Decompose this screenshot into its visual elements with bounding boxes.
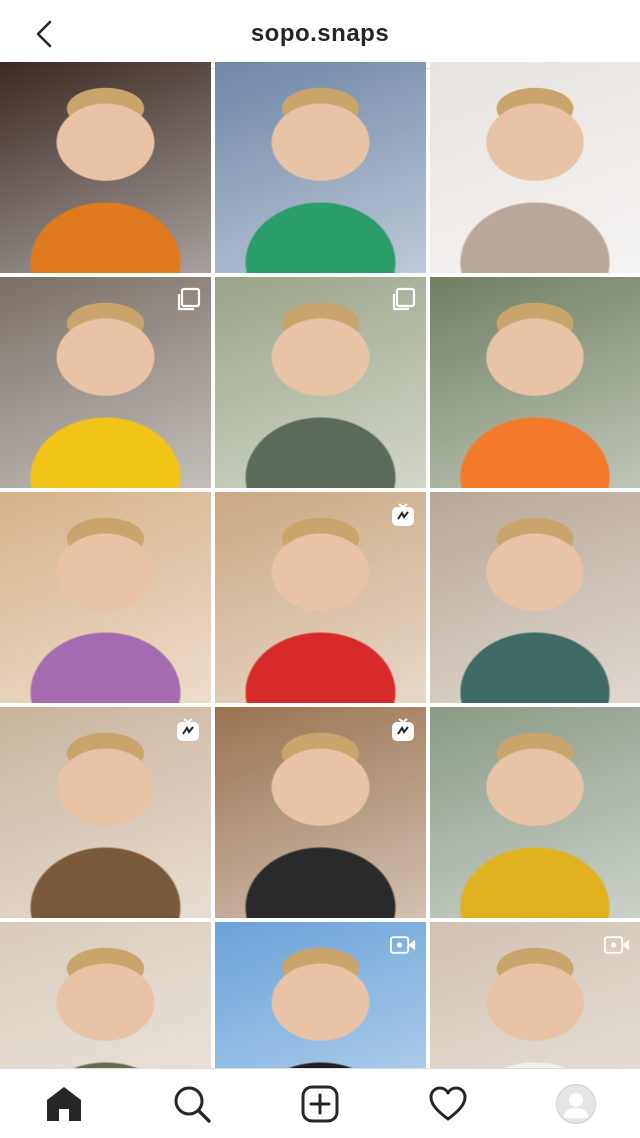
post-thumbnail-image <box>215 62 426 273</box>
grid-post-boy-drinking-straw[interactable] <box>430 277 640 488</box>
grid-post-boy-yellow-outfit-road[interactable] <box>430 707 640 918</box>
back-button[interactable] <box>26 16 62 52</box>
profile-username-title: sopo.snaps <box>250 20 390 47</box>
post-thumbnail-image <box>430 492 640 703</box>
tab-search[interactable] <box>162 1074 222 1134</box>
grid-post-boy-in-green-hoodie[interactable] <box>430 492 640 703</box>
video-camera-icon <box>390 932 416 958</box>
post-thumbnail-image <box>0 62 211 273</box>
home-icon <box>47 1086 81 1121</box>
grid-post-boy-spiky-hair[interactable] <box>215 707 426 918</box>
photo-grid <box>0 62 640 1133</box>
heart-icon <box>429 1086 467 1120</box>
video-camera-icon <box>604 932 630 958</box>
profile-avatar-icon <box>556 1083 596 1124</box>
igtv-icon <box>390 502 416 528</box>
bottom-tab-bar <box>0 1068 640 1138</box>
grid-post-kids-in-skeleton-costumes[interactable] <box>0 62 211 273</box>
chevron-left-icon <box>36 20 52 48</box>
search-icon <box>174 1086 211 1123</box>
top-bar: sopo.snaps <box>0 0 640 69</box>
grid-post-kids-in-hoodies[interactable] <box>215 62 426 273</box>
tab-home[interactable] <box>34 1074 94 1134</box>
igtv-icon <box>390 717 416 743</box>
post-thumbnail-image <box>430 62 640 273</box>
igtv-icon <box>175 717 201 743</box>
grid-post-kids-in-white-pajamas[interactable] <box>430 62 640 273</box>
grid-post-three-boys-street[interactable] <box>215 277 426 488</box>
grid-post-purple-ombre-hair[interactable] <box>0 492 211 703</box>
grid-post-boy-haircut-scissors[interactable] <box>0 707 211 918</box>
post-thumbnail-image <box>430 707 640 918</box>
multiple-photos-icon <box>390 287 416 313</box>
multiple-photos-icon <box>175 287 201 313</box>
grid-post-boy-lounging-with-pineapple[interactable] <box>0 277 211 488</box>
add-post-icon <box>301 1085 339 1122</box>
tab-new-post[interactable] <box>290 1074 350 1134</box>
tab-activity[interactable] <box>418 1074 478 1134</box>
tab-profile[interactable] <box>546 1074 606 1134</box>
post-thumbnail-image <box>430 277 640 488</box>
post-thumbnail-image <box>0 492 211 703</box>
grid-post-boy-haircut-closeup[interactable] <box>215 492 426 703</box>
